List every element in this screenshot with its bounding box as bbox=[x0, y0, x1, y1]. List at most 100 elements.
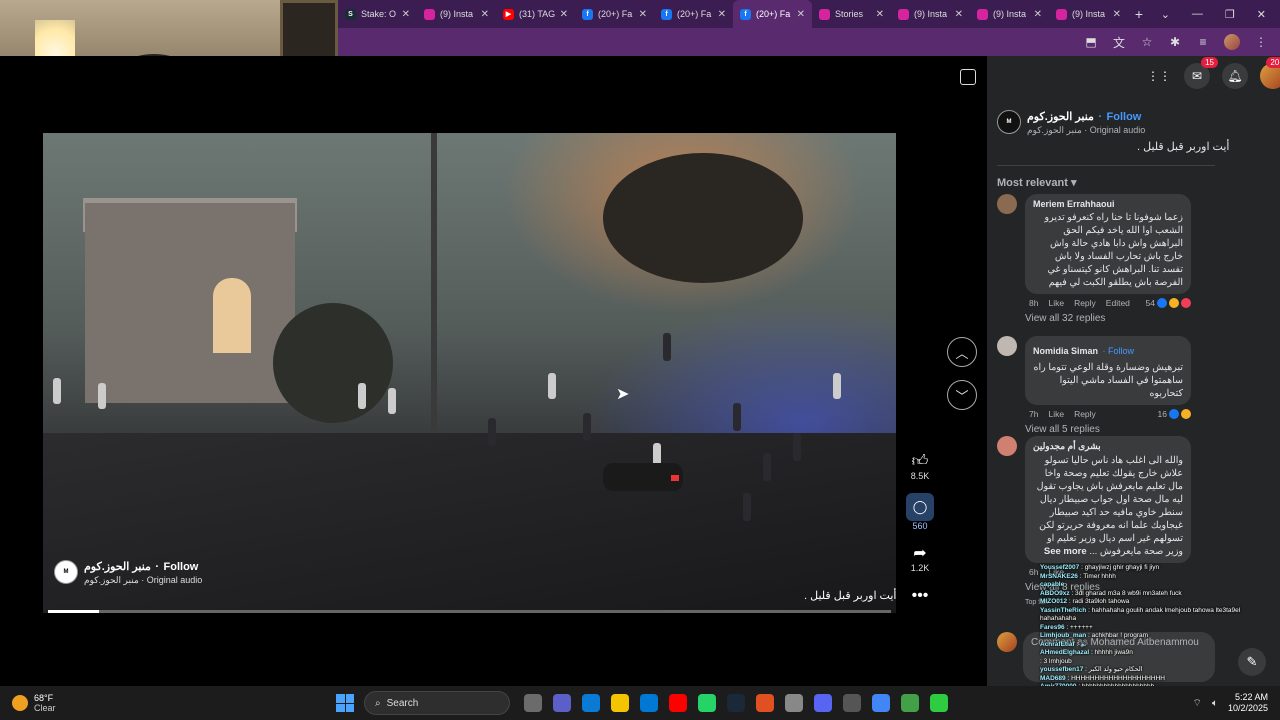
tab-close-icon[interactable]: ✕ bbox=[718, 9, 726, 20]
chat-message: : 3 lmhjoub bbox=[1040, 657, 1072, 665]
post-follow-button[interactable]: Follow bbox=[1107, 111, 1142, 123]
browser-tab[interactable]: ▶ (31) TAG ✕ bbox=[496, 0, 575, 28]
video-follow-button[interactable]: Follow bbox=[164, 561, 199, 573]
comment-button[interactable]: ◯ 560 bbox=[905, 493, 935, 531]
profile-avatar[interactable] bbox=[1224, 34, 1240, 50]
video-progress-bar[interactable] bbox=[48, 610, 891, 613]
taskbar-app-icon[interactable] bbox=[814, 694, 832, 712]
taskbar-app-icon[interactable] bbox=[698, 694, 716, 712]
wifi-icon[interactable]: ⌔ bbox=[1193, 697, 1202, 710]
tab-close-icon[interactable]: ✕ bbox=[639, 9, 647, 20]
volume-icon[interactable]: 🔈︎ bbox=[1212, 698, 1218, 709]
tab-close-icon[interactable]: ✕ bbox=[481, 9, 489, 20]
taskbar-search[interactable]: ⌕ Search bbox=[364, 691, 510, 715]
extensions-icon[interactable]: ✱ bbox=[1168, 35, 1182, 49]
taskbar-app-icon[interactable] bbox=[553, 694, 571, 712]
browser-tab[interactable]: Stories ✕ bbox=[812, 0, 891, 28]
taskbar-app-icon[interactable] bbox=[524, 694, 542, 712]
commenter-avatar[interactable] bbox=[997, 336, 1017, 356]
share-button[interactable]: ➦ 1.2K bbox=[905, 543, 935, 573]
tab-close-icon[interactable]: ✕ bbox=[955, 9, 963, 20]
clock[interactable]: 5:22 AM 10/2/2025 bbox=[1228, 692, 1268, 714]
taskbar-app-icon[interactable] bbox=[727, 694, 745, 712]
commenter-name[interactable]: Meriem Errahhaoui bbox=[1033, 199, 1183, 209]
taskbar-app-icon[interactable] bbox=[611, 694, 629, 712]
comment-like-button[interactable]: Like bbox=[1048, 409, 1064, 419]
commenter-name[interactable]: بشرى أم مجدولين bbox=[1033, 441, 1183, 452]
taskbar-app-icon[interactable] bbox=[930, 694, 948, 712]
comment-reply-button[interactable]: Reply bbox=[1074, 409, 1096, 419]
post-audio-label[interactable]: منبر الحوز.كوم · Original audio bbox=[1027, 125, 1145, 136]
comment-item: Meriem Errahhaoui زعما شوفونا تا حنا راه… bbox=[997, 194, 1191, 324]
reaction-summary[interactable]: 54 bbox=[1146, 298, 1191, 308]
messenger-icon[interactable]: ✉ 15 bbox=[1184, 57, 1218, 89]
like-button[interactable]: 👍︎ 8.5K bbox=[905, 452, 935, 481]
view-replies-link[interactable]: View all 32 replies bbox=[1025, 313, 1191, 324]
comment-time[interactable]: 8h bbox=[1029, 298, 1038, 308]
taskbar-app-icon[interactable] bbox=[872, 694, 890, 712]
translate-icon[interactable]: 文 bbox=[1112, 35, 1126, 50]
comment-bubble: Nomidia Siman · Follow تبرهيش وضسارة وقل… bbox=[1025, 336, 1191, 405]
restore-icon[interactable]: ❐ bbox=[1225, 8, 1235, 21]
collapse-panel-icon[interactable] bbox=[960, 69, 976, 85]
browser-tab[interactable]: S Stake: O ✕ bbox=[338, 0, 417, 28]
tab-close-icon[interactable]: ✕ bbox=[1113, 9, 1121, 20]
comment-time[interactable]: 7h bbox=[1029, 409, 1038, 419]
tab-close-icon[interactable]: ✕ bbox=[876, 9, 884, 20]
browser-tab[interactable]: (9) Insta ✕ bbox=[891, 0, 970, 28]
video-page-name[interactable]: منبر الحوز.كوم bbox=[84, 561, 151, 573]
taskbar-app-icon[interactable] bbox=[843, 694, 861, 712]
caret-down-icon: ▾ bbox=[1070, 177, 1077, 189]
view-replies-link[interactable]: View all 5 replies bbox=[1025, 424, 1191, 435]
commenter-avatar[interactable] bbox=[997, 436, 1017, 456]
browser-tab[interactable]: (9) Insta ✕ bbox=[970, 0, 1049, 28]
media-control-icon[interactable]: ≡ bbox=[1196, 35, 1210, 49]
comment-like-button[interactable]: Like bbox=[1048, 298, 1064, 308]
browser-tab[interactable]: (9) Insta ✕ bbox=[1049, 0, 1128, 28]
menu-icon[interactable]: ⋮ bbox=[1254, 35, 1268, 49]
browser-tab[interactable]: f (20+) Fa ✕ bbox=[575, 0, 654, 28]
account-avatar[interactable]: 20+ bbox=[1260, 57, 1280, 89]
tab-close-icon[interactable]: ✕ bbox=[797, 9, 805, 20]
taskbar-app-icon[interactable] bbox=[901, 694, 919, 712]
weather-widget[interactable]: 68°F Clear bbox=[0, 693, 320, 713]
taskbar-app-icon[interactable] bbox=[785, 694, 803, 712]
tab-close-icon[interactable]: ✕ bbox=[1034, 9, 1042, 20]
taskbar-app-icon[interactable] bbox=[582, 694, 600, 712]
browser-tab[interactable]: f (20+) Fa ✕ bbox=[654, 0, 733, 28]
taskbar-app-icon[interactable] bbox=[756, 694, 774, 712]
chat-message: Fares96 : ++++++ bbox=[1040, 623, 1093, 631]
page-logo[interactable]: M bbox=[54, 559, 78, 584]
post-page-name[interactable]: منبر الحوز.كوم bbox=[1027, 111, 1094, 123]
comment-reply-button[interactable]: Reply bbox=[1074, 298, 1096, 308]
new-tab-button[interactable]: + bbox=[1128, 6, 1150, 22]
bookmark-star-icon[interactable]: ☆ bbox=[1140, 35, 1154, 49]
minimize-icon[interactable]: — bbox=[1192, 8, 1203, 21]
commenter-name[interactable]: Nomidia Siman bbox=[1033, 346, 1098, 356]
previous-reel-button[interactable]: ︿ bbox=[947, 337, 977, 367]
comment-sort-dropdown[interactable]: Most relevant ▾ bbox=[997, 176, 1077, 189]
close-window-icon[interactable]: ✕ bbox=[1257, 8, 1266, 21]
taskbar-app-icon[interactable] bbox=[640, 694, 658, 712]
tab-close-icon[interactable]: ✕ bbox=[402, 9, 410, 20]
post-page-logo[interactable]: M bbox=[997, 109, 1021, 134]
commenter-avatar[interactable] bbox=[997, 194, 1017, 214]
start-button[interactable] bbox=[336, 694, 354, 712]
commenter-follow-button[interactable]: · Follow bbox=[1102, 346, 1134, 356]
install-app-icon[interactable]: ⬒ bbox=[1084, 35, 1098, 49]
tab-search-icon[interactable]: ⌄ bbox=[1161, 8, 1170, 21]
comment-time[interactable]: 6h bbox=[1029, 567, 1038, 577]
see-more-link[interactable]: See more bbox=[1044, 546, 1087, 557]
more-options-button[interactable]: ••• bbox=[905, 587, 935, 605]
video-audio-label[interactable]: منبر الحوز.كوم · Original audio bbox=[84, 575, 202, 586]
reaction-summary[interactable]: 16 bbox=[1158, 409, 1191, 419]
browser-tab[interactable]: f (20+) Fa ✕ bbox=[733, 0, 812, 28]
tab-close-icon[interactable]: ✕ bbox=[560, 9, 568, 20]
browser-tab[interactable]: (9) Insta ✕ bbox=[417, 0, 496, 28]
next-reel-button[interactable]: ﹀ bbox=[947, 380, 977, 410]
taskbar-app-icon[interactable] bbox=[669, 694, 687, 712]
notifications-bell-icon[interactable]: 🔔︎ bbox=[1222, 63, 1248, 89]
video-player[interactable] bbox=[43, 133, 896, 613]
tab-favicon-icon bbox=[977, 8, 988, 20]
menu-grid-icon[interactable]: ⋮⋮ bbox=[1146, 63, 1172, 89]
